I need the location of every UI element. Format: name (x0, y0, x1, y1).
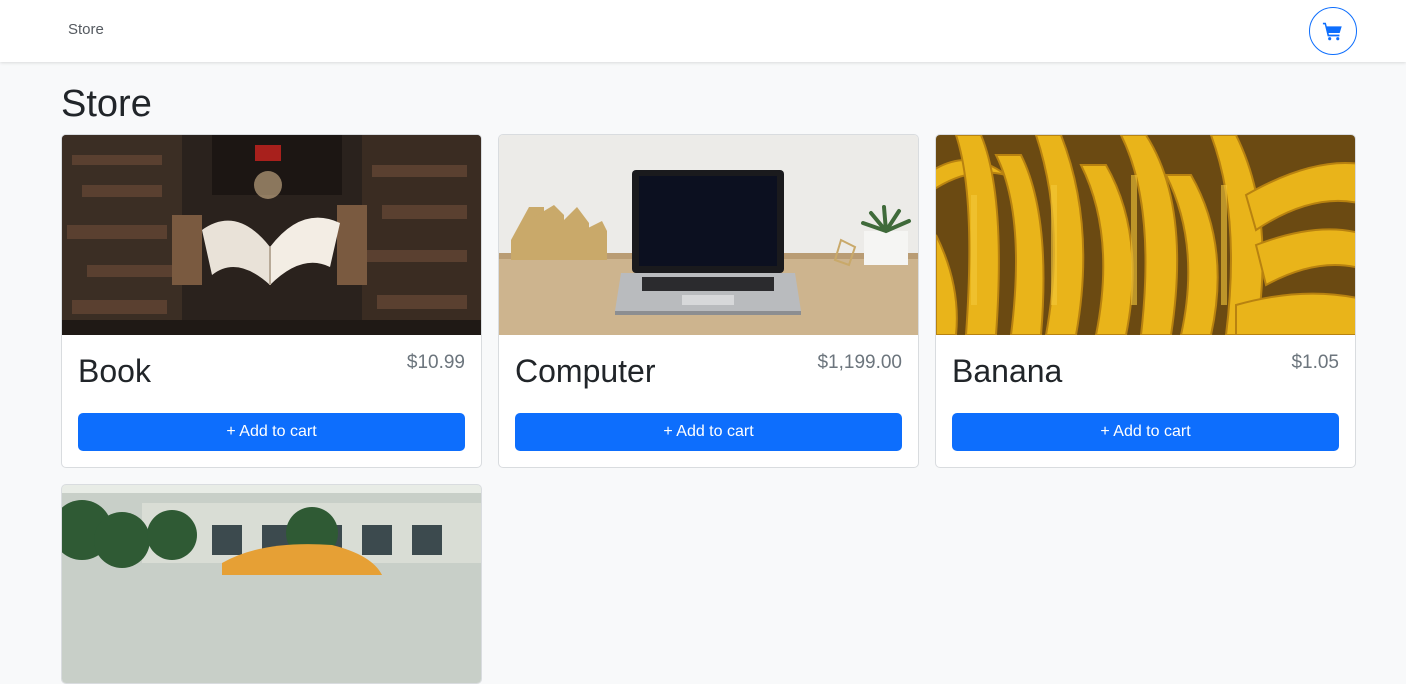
product-name: Banana (952, 353, 1063, 389)
shopping-cart-icon (1322, 22, 1342, 41)
product-price: $1,199.00 (817, 352, 902, 373)
page-title: Store (61, 83, 152, 125)
product-price: $1.05 (1291, 352, 1339, 373)
nav-store-link[interactable]: Store (68, 21, 104, 38)
computer-image (499, 135, 918, 335)
banana-image (936, 135, 1355, 335)
product-card-banana: Banana $1.05 + Add to cart (935, 134, 1356, 468)
product-price: $10.99 (406, 352, 465, 373)
product-card-computer: Computer $1,199.00 + Add to cart (498, 134, 919, 468)
cart-button[interactable] (1309, 7, 1357, 55)
product-card-car (61, 484, 482, 684)
product-name: Computer (515, 353, 656, 389)
book-image (62, 135, 481, 335)
product-card-book: Book $10.99 + Add to cart (61, 134, 482, 468)
add-to-cart-button[interactable]: + Add to cart (515, 413, 902, 451)
add-to-cart-button[interactable]: + Add to cart (952, 413, 1339, 451)
product-name: Book (78, 353, 151, 389)
car-image (62, 485, 481, 683)
navbar: Store (0, 0, 1406, 62)
add-to-cart-button[interactable]: + Add to cart (78, 413, 465, 451)
